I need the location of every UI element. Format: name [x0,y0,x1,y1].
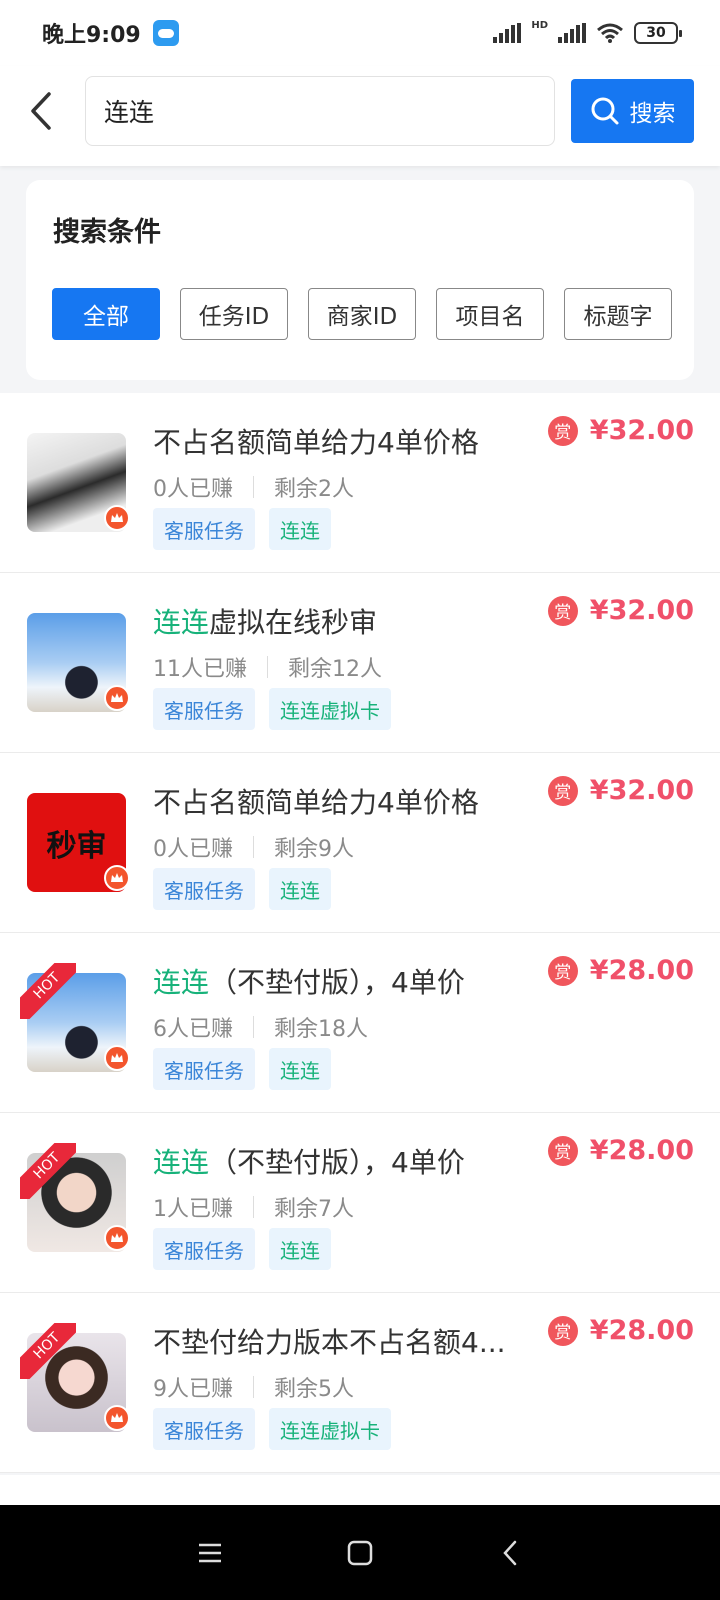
signal-icon [493,23,522,43]
task-stats: 9人已赚 剩余5人 [153,1376,354,1402]
task-title: 连连虚拟在线秒审 [153,606,378,639]
hot-tag: HOT [20,1323,76,1379]
filter-chip-title[interactable]: 标题字 [564,288,672,340]
status-time: 晚上9:09 [42,23,141,48]
chevron-left-icon [31,92,51,130]
reward-icon: 赏 [547,1135,578,1166]
filter-chip-task-id[interactable]: 任务ID [180,288,288,340]
crown-icon [104,1045,130,1071]
hd-label: HD [531,20,548,31]
task-stats: 1人已赚 剩余7人 [153,1196,354,1222]
reward: 赏 ¥32.00 [547,415,694,446]
back-icon [503,1540,517,1565]
tag: 客服任务 [153,1228,255,1270]
task-item[interactable]: HOT 连连（不垫付版），4单价 1人已赚 剩余7人 客服任务 连连 赏 ¥28.… [0,1113,720,1293]
crown-icon [104,1405,130,1431]
reward-price: ¥32.00 [589,415,694,446]
home-icon [347,1540,373,1565]
reward-icon: 赏 [547,775,578,806]
tag: 客服任务 [153,868,255,910]
tag: 连连 [269,508,331,550]
hot-tag: HOT [20,963,76,1019]
search-input[interactable] [104,96,536,126]
crown-icon [104,865,130,891]
status-bar: 晚上9:09 HD 30 [0,0,720,66]
task-title: 不占名额简单给力4单价格 [153,786,479,819]
task-item[interactable]: HOT 连连（不垫付版），4单价 6人已赚 剩余18人 客服任务 连连 赏 ¥28… [0,933,720,1113]
reward-price: ¥32.00 [589,595,694,626]
nav-home-button[interactable] [340,1533,380,1573]
hot-tag: HOT [20,1143,76,1199]
tag: 连连虚拟卡 [269,1408,391,1450]
task-stats: 0人已赚 剩余2人 [153,476,354,502]
tag: 连连 [269,1228,331,1270]
reward: 赏 ¥28.00 [547,955,694,986]
tag: 连连 [269,868,331,910]
task-title: 不占名额简单给力4单价格 [153,426,479,459]
task-tags: 客服任务 连连虚拟卡 [153,688,391,730]
task-stats: 0人已赚 剩余9人 [153,836,354,862]
search-button[interactable]: 搜索 [571,79,694,143]
menu-icon [199,1543,221,1562]
tag: 连连 [269,1048,331,1090]
task-tags: 客服任务 连连 [153,1228,331,1270]
search-header: 搜索 [0,66,720,166]
reward-icon: 赏 [547,1315,578,1346]
task-item[interactable]: HOT 不垫付给力版本不占名额4... 9人已赚 剩余5人 客服任务 连连虚拟卡 … [0,1293,720,1473]
reward-price: ¥28.00 [589,955,694,986]
task-item[interactable]: 秒审 不占名额简单给力4单价格 0人已赚 剩余9人 客服任务 连连 赏 ¥32.0… [0,753,720,933]
partial-task-item[interactable] [0,1475,720,1505]
search-icon [591,97,618,125]
filter-chip-project-name[interactable]: 项目名 [436,288,544,340]
task-tags: 客服任务 连连 [153,508,331,550]
crown-icon [104,1225,130,1251]
filter-title: 搜索条件 [53,217,161,248]
cloud-icon [152,20,179,46]
filter-chip-merchant-id[interactable]: 商家ID [308,288,416,340]
reward: 赏 ¥28.00 [547,1315,694,1346]
filter-chips: 全部 任务ID 商家ID 项目名 标题字 [52,288,672,340]
task-title: 连连（不垫付版），4单价 [153,1146,465,1179]
task-tags: 客服任务 连连 [153,868,331,910]
task-list: 不占名额简单给力4单价格 0人已赚 剩余2人 客服任务 连连 赏 ¥32.00 连… [0,393,720,1473]
reward: 赏 ¥32.00 [547,595,694,626]
battery-icon: 30 [634,22,682,44]
task-title: 不垫付给力版本不占名额4... [153,1326,506,1359]
system-nav-bar [0,1505,720,1600]
signal-icon-2 [558,23,586,43]
tag: 客服任务 [153,688,255,730]
wifi-icon [597,23,623,43]
task-tags: 客服任务 连连虚拟卡 [153,1408,391,1450]
search-box[interactable] [85,76,555,146]
reward-icon: 赏 [547,595,578,626]
reward: 赏 ¥28.00 [547,1135,694,1166]
reward: 赏 ¥32.00 [547,775,694,806]
filter-chip-all[interactable]: 全部 [52,288,160,340]
task-item[interactable]: 连连虚拟在线秒审 11人已赚 剩余12人 客服任务 连连虚拟卡 赏 ¥32.00 [0,573,720,753]
reward-icon: 赏 [547,415,578,446]
nav-menu-button[interactable] [190,1533,230,1573]
tag: 客服任务 [153,1408,255,1450]
tag: 客服任务 [153,508,255,550]
task-stats: 6人已赚 剩余18人 [153,1016,368,1042]
task-tags: 客服任务 连连 [153,1048,331,1090]
nav-back-button[interactable] [490,1533,530,1573]
tag: 客服任务 [153,1048,255,1090]
task-item[interactable]: 不占名额简单给力4单价格 0人已赚 剩余2人 客服任务 连连 赏 ¥32.00 [0,393,720,573]
crown-icon [104,685,130,711]
reward-price: ¥28.00 [589,1315,694,1346]
tag: 连连虚拟卡 [269,688,391,730]
reward-price: ¥28.00 [589,1135,694,1166]
reward-icon: 赏 [547,955,578,986]
crown-icon [104,505,130,531]
search-button-label: 搜索 [629,101,676,127]
filter-card: 搜索条件 全部 任务ID 商家ID 项目名 标题字 [26,180,694,380]
back-button[interactable] [16,86,66,136]
task-title: 连连（不垫付版），4单价 [153,966,465,999]
reward-price: ¥32.00 [589,775,694,806]
task-stats: 11人已赚 剩余12人 [153,656,382,682]
